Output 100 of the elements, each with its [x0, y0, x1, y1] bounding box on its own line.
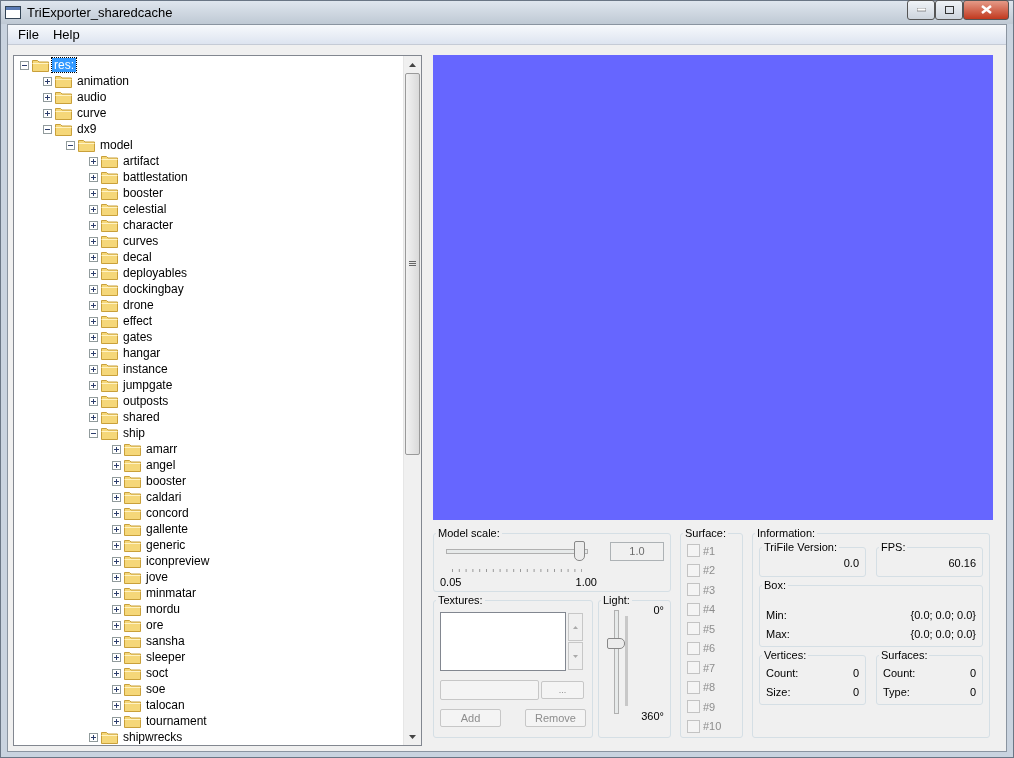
close-button[interactable]: [963, 0, 1009, 20]
tree-item[interactable]: artifact: [121, 154, 161, 168]
collapse-icon[interactable]: [43, 124, 52, 134]
tree-item[interactable]: soe: [144, 682, 168, 696]
slider-thumb[interactable]: [607, 637, 625, 649]
tree-item[interactable]: animation: [75, 74, 132, 88]
tree-item[interactable]: ship: [121, 426, 147, 440]
tree-item[interactable]: concord: [144, 506, 191, 520]
expand-icon[interactable]: [112, 700, 121, 710]
tree-item[interactable]: tournament: [144, 714, 209, 728]
tree-item[interactable]: instance: [121, 362, 170, 376]
expand-icon[interactable]: [89, 396, 98, 406]
expand-icon[interactable]: [89, 284, 98, 294]
expand-icon[interactable]: [112, 444, 121, 454]
tree-item[interactable]: generic: [144, 538, 188, 552]
tree-item[interactable]: jumpgate: [121, 378, 175, 392]
tree-item[interactable]: audio: [75, 90, 109, 104]
tree-item[interactable]: curves: [121, 234, 161, 248]
tree-item[interactable]: deployables: [121, 266, 190, 280]
expand-icon[interactable]: [89, 300, 98, 310]
tree-item[interactable]: talocan: [144, 698, 187, 712]
expand-icon[interactable]: [112, 604, 121, 614]
tree-item[interactable]: caldari: [144, 490, 184, 504]
tree-item[interactable]: sansha: [144, 634, 187, 648]
tree-item[interactable]: sleeper: [144, 650, 188, 664]
scale-field[interactable]: 1.0: [610, 541, 664, 561]
expand-icon[interactable]: [112, 508, 121, 518]
texture-path-field[interactable]: [440, 680, 539, 700]
expand-icon[interactable]: [89, 380, 98, 390]
expand-icon[interactable]: [112, 684, 121, 694]
expand-icon[interactable]: [89, 316, 98, 326]
tree-item[interactable]: iconpreview: [144, 554, 212, 568]
expand-icon[interactable]: [89, 236, 98, 246]
expand-icon[interactable]: [89, 204, 98, 214]
expand-icon[interactable]: [89, 364, 98, 374]
expand-icon[interactable]: [89, 332, 98, 342]
tree-item[interactable]: angel: [144, 458, 178, 472]
expand-icon[interactable]: [89, 188, 98, 198]
expand-icon[interactable]: [89, 348, 98, 358]
expand-icon[interactable]: [89, 220, 98, 230]
expand-icon[interactable]: [112, 588, 121, 598]
tree-item[interactable]: effect: [121, 314, 155, 328]
expand-icon[interactable]: [112, 668, 121, 678]
tree-item[interactable]: dx9: [75, 122, 99, 136]
tree-item[interactable]: soct: [144, 666, 170, 680]
menu-item[interactable]: File: [11, 27, 46, 42]
tree-item[interactable]: amarr: [144, 442, 180, 456]
tree-item[interactable]: jove: [144, 570, 170, 584]
expand-icon[interactable]: [112, 572, 121, 582]
tree-item[interactable]: curve: [75, 106, 109, 120]
tree-item[interactable]: outposts: [121, 394, 171, 408]
expand-icon[interactable]: [112, 556, 121, 566]
tree-item[interactable]: celestial: [121, 202, 169, 216]
tree-item[interactable]: shared: [121, 410, 162, 424]
tree-item[interactable]: minmatar: [144, 586, 198, 600]
maximize-button[interactable]: [935, 0, 963, 20]
expand-icon[interactable]: [112, 476, 121, 486]
folder-tree[interactable]: [13, 55, 422, 746]
expand-icon[interactable]: [43, 92, 52, 102]
slider-thumb[interactable]: [574, 541, 586, 561]
expand-icon[interactable]: [89, 172, 98, 182]
expand-icon[interactable]: [43, 108, 52, 118]
expand-icon[interactable]: [89, 252, 98, 262]
folder-icon: [124, 698, 141, 712]
collapse-icon[interactable]: [20, 60, 29, 70]
tree-item[interactable]: dockingbay: [121, 282, 186, 296]
expand-icon[interactable]: [112, 620, 121, 630]
expand-icon[interactable]: [112, 636, 121, 646]
collapse-icon[interactable]: [66, 140, 75, 150]
group-label: TriFile Version:: [763, 541, 838, 553]
expand-icon[interactable]: [112, 716, 121, 726]
collapse-icon[interactable]: [89, 428, 98, 438]
expand-icon[interactable]: [89, 268, 98, 278]
tree-item[interactable]: battlestation: [121, 170, 190, 184]
tree-item[interactable]: mordu: [144, 602, 182, 616]
scrollbar-thumb[interactable]: [405, 73, 420, 455]
tree-item[interactable]: ore: [144, 618, 166, 632]
slider[interactable]: [446, 541, 588, 561]
tree-item[interactable]: booster: [144, 474, 189, 488]
expand-icon[interactable]: [112, 652, 121, 662]
expand-icon[interactable]: [112, 524, 121, 534]
tree-item[interactable]: character: [121, 218, 176, 232]
tree-item[interactable]: gates: [121, 330, 155, 344]
textures-list[interactable]: [440, 612, 566, 671]
expand-icon[interactable]: [89, 412, 98, 422]
tree-item[interactable]: shipwrecks: [121, 730, 185, 744]
menu-item[interactable]: Help: [45, 27, 87, 42]
tree-item[interactable]: gallente: [144, 522, 191, 536]
tree-item[interactable]: drone: [121, 298, 156, 312]
expand-icon[interactable]: [89, 156, 98, 166]
expand-icon[interactable]: [112, 492, 121, 502]
tree-item[interactable]: hangar: [121, 346, 163, 360]
tree-item[interactable]: decal: [121, 250, 154, 264]
expand-icon[interactable]: [112, 460, 121, 470]
minimize-button[interactable]: [907, 0, 935, 20]
expand-icon[interactable]: [112, 540, 121, 550]
tree-item[interactable]: model: [98, 138, 135, 152]
expand-icon[interactable]: [43, 76, 52, 86]
expand-icon[interactable]: [89, 732, 98, 742]
tree-item[interactable]: booster: [121, 186, 166, 200]
